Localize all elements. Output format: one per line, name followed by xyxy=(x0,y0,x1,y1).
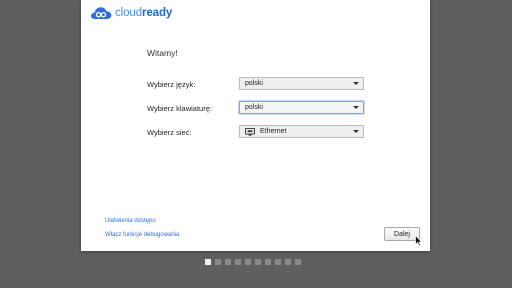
brand-name-part1: cloud xyxy=(115,7,142,19)
step-indicator xyxy=(205,259,301,265)
debugging-link[interactable]: Włącz funkcje debugowania xyxy=(105,232,179,238)
chevron-down-icon xyxy=(353,130,359,133)
mouse-cursor-icon xyxy=(415,235,423,247)
step-dot xyxy=(215,259,221,265)
step-dot xyxy=(265,259,271,265)
keyboard-label: Wybierz klawiaturę: xyxy=(147,104,212,113)
language-label: Wybierz język: xyxy=(147,80,196,89)
network-select[interactable]: Ethernet xyxy=(239,125,364,138)
brand-name-part2: ready xyxy=(142,7,173,19)
step-dot xyxy=(295,259,301,265)
keyboard-select[interactable]: polski xyxy=(239,101,364,114)
step-dot xyxy=(225,259,231,265)
chevron-down-icon xyxy=(353,82,359,85)
ethernet-icon xyxy=(245,127,255,136)
cloud-logo-icon xyxy=(91,7,112,19)
cloudready-logo: cloudready xyxy=(90,4,172,22)
keyboard-select-value: polski xyxy=(245,104,263,111)
oobe-dialog: cloudready Witamy! Wybierz język: polski… xyxy=(81,0,430,251)
step-dot xyxy=(235,259,241,265)
step-dot xyxy=(245,259,251,265)
step-dot xyxy=(285,259,291,265)
network-label: Wybierz sieć: xyxy=(147,128,192,137)
chevron-down-icon xyxy=(353,106,359,109)
welcome-heading: Witamy! xyxy=(147,48,178,58)
network-select-value: Ethernet xyxy=(260,128,287,135)
brand-name: cloudready xyxy=(115,7,172,19)
step-dot xyxy=(275,259,281,265)
accessibility-link[interactable]: Ułatwienia dostępu xyxy=(105,218,156,224)
step-dot xyxy=(255,259,261,265)
step-dot xyxy=(205,259,211,265)
language-select[interactable]: polski xyxy=(239,77,364,90)
language-select-value: polski xyxy=(245,80,263,87)
